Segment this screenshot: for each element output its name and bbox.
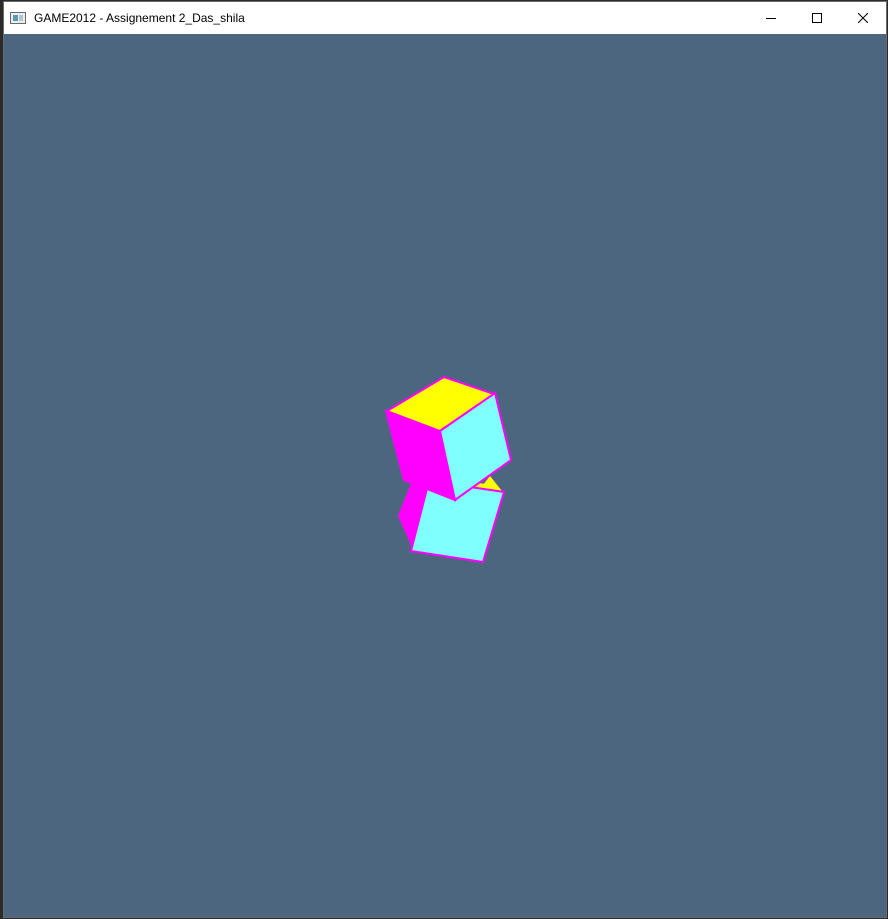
maximize-button[interactable]: [794, 2, 840, 34]
close-button[interactable]: [840, 2, 886, 34]
title-bar[interactable]: GAME2012 - Assignement 2_Das_shila: [4, 2, 886, 34]
window-controls: [748, 2, 886, 34]
close-icon: [858, 13, 868, 23]
application-window: GAME2012 - Assignement 2_Das_shila: [3, 1, 887, 918]
maximize-icon: [812, 13, 822, 23]
window-title: GAME2012 - Assignement 2_Das_shila: [34, 11, 245, 25]
application-window-icon[interactable]: [10, 12, 26, 24]
minimize-button[interactable]: [748, 2, 794, 34]
3d-scene: [384, 375, 513, 564]
minimize-icon: [766, 18, 776, 19]
render-viewport[interactable]: [4, 34, 886, 917]
